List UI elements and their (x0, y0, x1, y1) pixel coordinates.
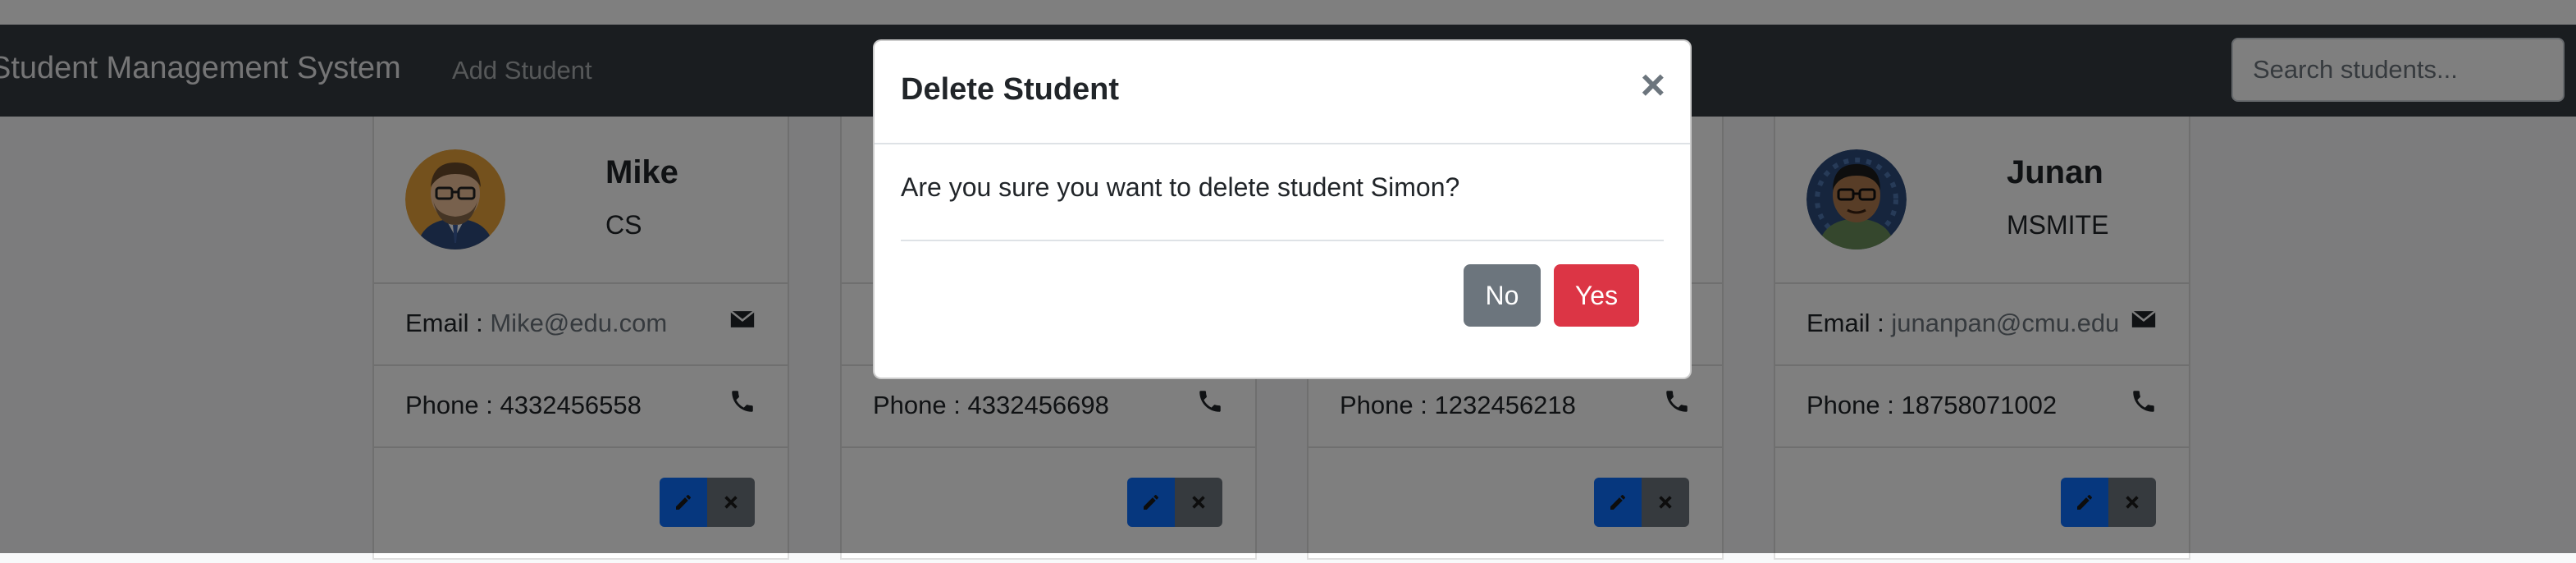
modal-header: Delete Student × (875, 41, 1690, 144)
modal-title: Delete Student (901, 72, 1120, 107)
confirm-message: Are you sure you want to delete student … (901, 172, 1460, 202)
yes-button[interactable]: Yes (1554, 264, 1639, 327)
delete-student-dialog: Delete Student × Are you sure you want t… (873, 39, 1692, 379)
no-button[interactable]: No (1464, 264, 1541, 327)
modal-body: Are you sure you want to delete student … (901, 144, 1664, 241)
close-icon[interactable]: × (1641, 64, 1665, 107)
